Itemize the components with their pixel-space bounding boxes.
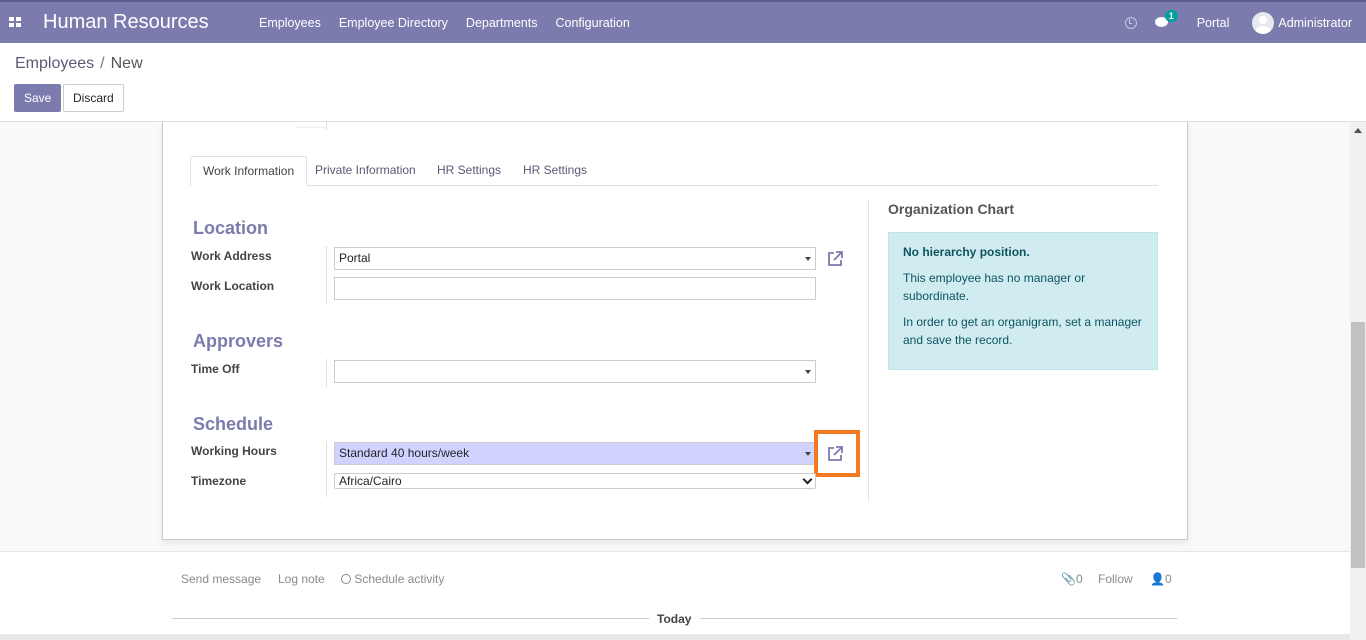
schedule-activity-button[interactable]: Schedule activity	[341, 572, 444, 586]
work-address-label: Work Address	[191, 249, 272, 263]
user-avatar[interactable]	[1252, 11, 1275, 34]
alert-title: No hierarchy position.	[903, 245, 1030, 259]
field-separator	[326, 441, 327, 497]
column-divider	[868, 200, 869, 502]
send-message-button[interactable]: Send message	[181, 572, 261, 586]
attachment-count: 0	[1075, 572, 1083, 586]
notebook-tabs: Work Information Private Information HR …	[190, 156, 1158, 186]
log-note-button[interactable]: Log note	[278, 572, 325, 586]
divider-line	[700, 618, 1177, 619]
attachments-button[interactable]: 📎0	[1061, 572, 1083, 586]
menu-item-employee-directory[interactable]: Employee Directory	[339, 16, 448, 30]
tab-hr-settings-2[interactable]: HR Settings	[511, 156, 599, 186]
breadcrumb-employees[interactable]: Employees	[15, 55, 94, 72]
scrollbar[interactable]	[1350, 122, 1366, 640]
field-underline-top	[297, 127, 327, 128]
followers-button[interactable]: 👤0	[1150, 572, 1172, 586]
working-hours-external-link-icon[interactable]	[826, 445, 844, 463]
section-schedule: Schedule	[193, 414, 274, 434]
chat-count-badge: 1	[1164, 9, 1178, 22]
breadcrumb-current: New	[110, 55, 143, 72]
app-title[interactable]: Human Resources	[43, 11, 209, 34]
paperclip-icon: 📎	[1061, 572, 1076, 586]
section-approvers: Approvers	[193, 331, 284, 351]
divider-line	[172, 618, 649, 619]
chatter: Send message Log note Schedule activity …	[0, 551, 1350, 640]
user-menu[interactable]: Administrator	[1278, 16, 1352, 30]
timezone-select[interactable]: Africa/Cairo	[334, 473, 816, 489]
company-switcher[interactable]: Portal	[1197, 16, 1230, 30]
timezone-value: Africa/Cairo	[339, 474, 402, 488]
tab-hr-settings[interactable]: HR Settings	[425, 156, 513, 186]
org-chart-alert: No hierarchy position. This employee has…	[888, 232, 1158, 370]
chevron-down-icon[interactable]	[802, 474, 813, 485]
menu-item-configuration[interactable]: Configuration	[555, 16, 629, 30]
section-location: Location	[193, 218, 268, 238]
today-separator: Today	[657, 612, 692, 626]
work-location-field[interactable]	[334, 277, 816, 300]
dropdown-caret-icon[interactable]	[805, 452, 811, 456]
org-chart-title: Organization Chart	[888, 201, 1015, 217]
breadcrumb-separator: /	[100, 55, 105, 72]
schedule-activity-label: Schedule activity	[354, 572, 445, 586]
work-location-label: Work Location	[191, 279, 275, 293]
breadcrumb: Employees / New	[15, 55, 143, 73]
tab-work-information[interactable]: Work Information	[190, 156, 308, 186]
time-off-approver-field[interactable]	[334, 360, 816, 383]
save-button[interactable]: Save	[14, 84, 62, 112]
field-separator	[326, 359, 327, 387]
activity-clock-icon[interactable]	[1124, 16, 1137, 29]
tab-private-information[interactable]: Private Information	[303, 156, 428, 186]
working-hours-label: Working Hours	[191, 444, 277, 458]
control-panel: Employees / New Save Discard	[0, 43, 1366, 122]
followers-count: 0	[1164, 572, 1172, 586]
apps-menu-icon[interactable]	[9, 17, 21, 27]
clock-icon	[341, 574, 351, 584]
menu-item-departments[interactable]: Departments	[466, 16, 538, 30]
systray: 1 Portal Administrator	[1124, 2, 1352, 43]
field-separator-top	[326, 122, 327, 130]
dropdown-caret-icon[interactable]	[805, 257, 811, 261]
top-navbar: Human Resources Employees Employee Direc…	[0, 0, 1366, 43]
menu-item-employees[interactable]: Employees	[259, 16, 321, 30]
scroll-up-arrow-icon[interactable]	[1354, 128, 1362, 133]
discard-button[interactable]: Discard	[63, 84, 124, 112]
dropdown-caret-icon[interactable]	[805, 370, 811, 374]
alert-text-2: In order to get an organigram, set a man…	[903, 315, 1142, 347]
field-separator	[326, 246, 327, 304]
time-off-label: Time Off	[191, 362, 240, 376]
working-hours-value: Standard 40 hours/week	[339, 446, 470, 460]
alert-text-1: This employee has no manager or subordin…	[903, 271, 1086, 303]
timezone-label: Timezone	[191, 474, 247, 488]
external-link-icon[interactable]	[826, 250, 844, 268]
bottom-scroll-area	[0, 634, 1350, 640]
follow-button[interactable]: Follow	[1098, 572, 1133, 586]
user-icon: 👤	[1150, 572, 1165, 586]
messaging-menu[interactable]: 1	[1154, 9, 1178, 29]
scrollbar-thumb[interactable]	[1351, 322, 1365, 568]
working-hours-field[interactable]: Standard 40 hours/week	[334, 442, 816, 465]
main-menu: Employees Employee Directory Departments…	[250, 2, 639, 43]
work-address-value: Portal	[339, 251, 371, 265]
work-address-field[interactable]: Portal	[334, 247, 816, 270]
